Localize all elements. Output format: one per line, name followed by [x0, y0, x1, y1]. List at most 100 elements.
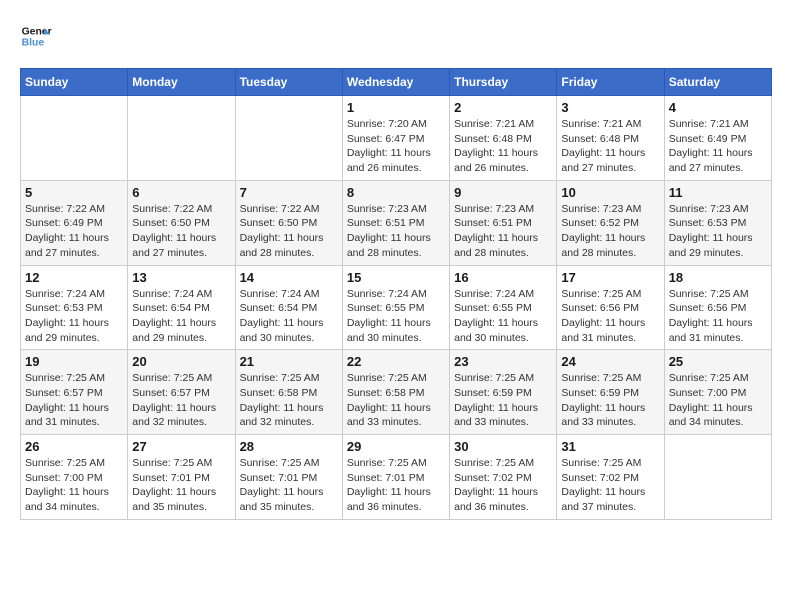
day-number: 1: [347, 100, 445, 115]
day-number: 26: [25, 439, 123, 454]
calendar-week-row: 19 Sunrise: 7:25 AM Sunset: 6:57 PM Dayli…: [21, 350, 772, 435]
calendar-cell: 13 Sunrise: 7:24 AM Sunset: 6:54 PM Dayli…: [128, 265, 235, 350]
day-info: Sunrise: 7:25 AM Sunset: 6:59 PM Dayligh…: [561, 371, 659, 430]
calendar-cell: [235, 96, 342, 181]
calendar-cell: [128, 96, 235, 181]
calendar-cell: 5Sunrise: 7:22 AM Sunset: 6:49 PM Daylig…: [21, 180, 128, 265]
weekday-header-saturday: Saturday: [664, 69, 771, 96]
calendar-cell: 2Sunrise: 7:21 AM Sunset: 6:48 PM Daylig…: [450, 96, 557, 181]
calendar-cell: 1 Sunrise: 7:20 AM Sunset: 6:47 PM Daylig…: [342, 96, 449, 181]
day-info: Sunrise: 7:21 AM Sunset: 6:49 PM Dayligh…: [669, 117, 767, 176]
weekday-header-thursday: Thursday: [450, 69, 557, 96]
day-number: 20: [132, 354, 230, 369]
calendar-cell: 3 Sunrise: 7:21 AM Sunset: 6:48 PM Daylig…: [557, 96, 664, 181]
calendar-cell: 7 Sunrise: 7:22 AM Sunset: 6:50 PM Daylig…: [235, 180, 342, 265]
calendar-cell: 29 Sunrise: 7:25 AM Sunset: 7:01 PM Dayli…: [342, 435, 449, 520]
day-info: Sunrise: 7:25 AM Sunset: 6:58 PM Dayligh…: [240, 371, 338, 430]
calendar-cell: 12 Sunrise: 7:24 AM Sunset: 6:53 PM Dayli…: [21, 265, 128, 350]
calendar-cell: 6 Sunrise: 7:22 AM Sunset: 6:50 PM Daylig…: [128, 180, 235, 265]
day-info: Sunrise: 7:25 AM Sunset: 6:57 PM Dayligh…: [132, 371, 230, 430]
day-number: 21: [240, 354, 338, 369]
calendar-cell: 23Sunrise: 7:25 AM Sunset: 6:59 PM Dayli…: [450, 350, 557, 435]
weekday-header-monday: Monday: [128, 69, 235, 96]
day-number: 17: [561, 270, 659, 285]
day-number: 4: [669, 100, 767, 115]
day-info: Sunrise: 7:20 AM Sunset: 6:47 PM Dayligh…: [347, 117, 445, 176]
svg-text:Blue: Blue: [22, 38, 45, 49]
calendar-cell: 15 Sunrise: 7:24 AM Sunset: 6:55 PM Dayli…: [342, 265, 449, 350]
calendar-cell: 27 Sunrise: 7:25 AM Sunset: 7:01 PM Dayli…: [128, 435, 235, 520]
calendar-cell: 18Sunrise: 7:25 AM Sunset: 6:56 PM Dayli…: [664, 265, 771, 350]
day-number: 29: [347, 439, 445, 454]
weekday-header-sunday: Sunday: [21, 69, 128, 96]
calendar-cell: 9 Sunrise: 7:23 AM Sunset: 6:51 PM Daylig…: [450, 180, 557, 265]
calendar-cell: 31 Sunrise: 7:25 AM Sunset: 7:02 PM Dayli…: [557, 435, 664, 520]
day-info: Sunrise: 7:23 AM Sunset: 6:51 PM Dayligh…: [454, 202, 552, 261]
calendar-week-row: 1 Sunrise: 7:20 AM Sunset: 6:47 PM Daylig…: [21, 96, 772, 181]
day-info: Sunrise: 7:23 AM Sunset: 6:53 PM Dayligh…: [669, 202, 767, 261]
calendar-cell: 30Sunrise: 7:25 AM Sunset: 7:02 PM Dayli…: [450, 435, 557, 520]
day-info: Sunrise: 7:22 AM Sunset: 6:50 PM Dayligh…: [240, 202, 338, 261]
calendar-cell: 14Sunrise: 7:24 AM Sunset: 6:54 PM Dayli…: [235, 265, 342, 350]
calendar-week-row: 5Sunrise: 7:22 AM Sunset: 6:49 PM Daylig…: [21, 180, 772, 265]
day-number: 30: [454, 439, 552, 454]
day-number: 22: [347, 354, 445, 369]
logo-icon: General Blue: [20, 20, 52, 52]
day-number: 27: [132, 439, 230, 454]
calendar-cell: [21, 96, 128, 181]
day-number: 7: [240, 185, 338, 200]
logo: General Blue: [20, 20, 58, 52]
day-number: 6: [132, 185, 230, 200]
day-info: Sunrise: 7:24 AM Sunset: 6:54 PM Dayligh…: [240, 287, 338, 346]
calendar-week-row: 12 Sunrise: 7:24 AM Sunset: 6:53 PM Dayli…: [21, 265, 772, 350]
calendar-cell: 11 Sunrise: 7:23 AM Sunset: 6:53 PM Dayli…: [664, 180, 771, 265]
calendar-cell: 25 Sunrise: 7:25 AM Sunset: 7:00 PM Dayli…: [664, 350, 771, 435]
day-info: Sunrise: 7:25 AM Sunset: 7:02 PM Dayligh…: [561, 456, 659, 515]
day-info: Sunrise: 7:24 AM Sunset: 6:53 PM Dayligh…: [25, 287, 123, 346]
day-info: Sunrise: 7:25 AM Sunset: 7:01 PM Dayligh…: [347, 456, 445, 515]
calendar-cell: 8Sunrise: 7:23 AM Sunset: 6:51 PM Daylig…: [342, 180, 449, 265]
day-number: 10: [561, 185, 659, 200]
day-info: Sunrise: 7:21 AM Sunset: 6:48 PM Dayligh…: [454, 117, 552, 176]
calendar-week-row: 26 Sunrise: 7:25 AM Sunset: 7:00 PM Dayli…: [21, 435, 772, 520]
calendar-cell: 16 Sunrise: 7:24 AM Sunset: 6:55 PM Dayli…: [450, 265, 557, 350]
day-number: 31: [561, 439, 659, 454]
calendar-cell: 17Sunrise: 7:25 AM Sunset: 6:56 PM Dayli…: [557, 265, 664, 350]
day-number: 25: [669, 354, 767, 369]
calendar-cell: 21 Sunrise: 7:25 AM Sunset: 6:58 PM Dayli…: [235, 350, 342, 435]
calendar-cell: 20 Sunrise: 7:25 AM Sunset: 6:57 PM Dayli…: [128, 350, 235, 435]
calendar-cell: 22 Sunrise: 7:25 AM Sunset: 6:58 PM Dayli…: [342, 350, 449, 435]
day-number: 19: [25, 354, 123, 369]
day-info: Sunrise: 7:25 AM Sunset: 7:00 PM Dayligh…: [669, 371, 767, 430]
day-info: Sunrise: 7:24 AM Sunset: 6:55 PM Dayligh…: [454, 287, 552, 346]
day-info: Sunrise: 7:22 AM Sunset: 6:50 PM Dayligh…: [132, 202, 230, 261]
day-number: 11: [669, 185, 767, 200]
day-number: 5: [25, 185, 123, 200]
day-info: Sunrise: 7:24 AM Sunset: 6:54 PM Dayligh…: [132, 287, 230, 346]
day-info: Sunrise: 7:23 AM Sunset: 6:52 PM Dayligh…: [561, 202, 659, 261]
day-info: Sunrise: 7:24 AM Sunset: 6:55 PM Dayligh…: [347, 287, 445, 346]
day-number: 8: [347, 185, 445, 200]
day-info: Sunrise: 7:25 AM Sunset: 6:58 PM Dayligh…: [347, 371, 445, 430]
day-number: 3: [561, 100, 659, 115]
weekday-header-friday: Friday: [557, 69, 664, 96]
day-number: 13: [132, 270, 230, 285]
calendar-cell: [664, 435, 771, 520]
day-number: 24: [561, 354, 659, 369]
weekday-header-tuesday: Tuesday: [235, 69, 342, 96]
day-info: Sunrise: 7:25 AM Sunset: 7:00 PM Dayligh…: [25, 456, 123, 515]
day-number: 15: [347, 270, 445, 285]
day-info: Sunrise: 7:21 AM Sunset: 6:48 PM Dayligh…: [561, 117, 659, 176]
day-info: Sunrise: 7:25 AM Sunset: 6:59 PM Dayligh…: [454, 371, 552, 430]
day-info: Sunrise: 7:25 AM Sunset: 7:01 PM Dayligh…: [132, 456, 230, 515]
calendar-cell: 24 Sunrise: 7:25 AM Sunset: 6:59 PM Dayli…: [557, 350, 664, 435]
day-info: Sunrise: 7:25 AM Sunset: 6:56 PM Dayligh…: [669, 287, 767, 346]
day-number: 9: [454, 185, 552, 200]
day-number: 16: [454, 270, 552, 285]
weekday-header-row: SundayMondayTuesdayWednesdayThursdayFrid…: [21, 69, 772, 96]
day-number: 28: [240, 439, 338, 454]
day-number: 12: [25, 270, 123, 285]
calendar-cell: 19 Sunrise: 7:25 AM Sunset: 6:57 PM Dayli…: [21, 350, 128, 435]
calendar-cell: 4 Sunrise: 7:21 AM Sunset: 6:49 PM Daylig…: [664, 96, 771, 181]
day-info: Sunrise: 7:25 AM Sunset: 6:57 PM Dayligh…: [25, 371, 123, 430]
